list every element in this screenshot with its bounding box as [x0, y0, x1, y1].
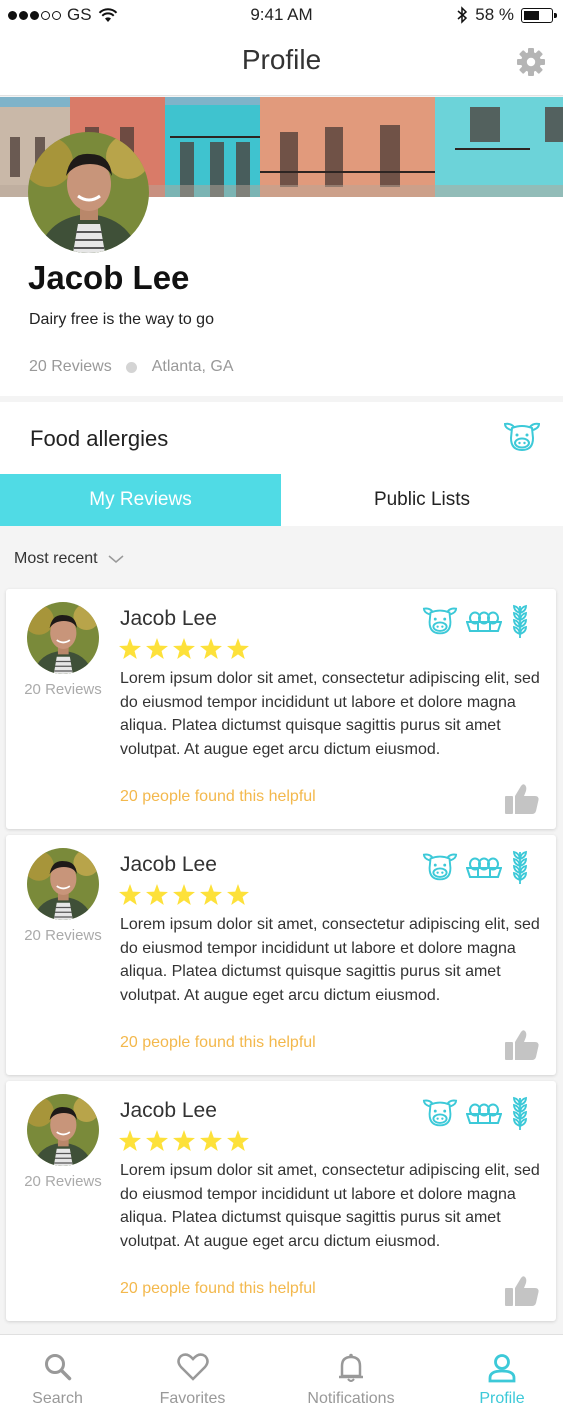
user-bio: Dairy free is the way to go — [29, 311, 214, 328]
star-icon — [119, 638, 141, 664]
cow-icon — [422, 606, 458, 641]
thumbs-up-icon — [504, 1276, 540, 1311]
reviewer-reviews-count: 20 Reviews — [24, 681, 102, 698]
thumbs-up-icon — [504, 1030, 540, 1065]
tab-bar-label: Profile — [479, 1390, 525, 1407]
sort-dropdown[interactable]: Most recent — [14, 550, 124, 568]
profile-screen: GS 9:41 AM 58 % Profile Jacob Lee Dairy … — [0, 0, 563, 1420]
bell-icon — [337, 1353, 365, 1388]
review-text: Lorem ipsum dolor sit amet, consectetur … — [120, 670, 540, 758]
battery-icon — [521, 7, 557, 23]
search-icon — [44, 1353, 72, 1386]
star-icon — [146, 884, 168, 910]
star-icon — [173, 884, 195, 910]
allergen-icons — [422, 849, 530, 890]
settings-button[interactable] — [515, 46, 547, 78]
tab-bar-search[interactable]: Search — [0, 1335, 115, 1420]
star-icon — [173, 1130, 195, 1156]
review-card[interactable]: 20 Reviews Jacob Lee Lorem ipsum dolor s… — [6, 1081, 556, 1321]
food-allergies-row[interactable]: Food allergies — [0, 402, 563, 474]
wheat-icon — [510, 603, 530, 644]
user-name: Jacob Lee — [28, 259, 190, 296]
heart-icon — [176, 1353, 209, 1386]
bottom-tab-bar: Search Favorites Notifications Profile — [0, 1334, 563, 1420]
tab-public-lists[interactable]: Public Lists — [281, 474, 563, 526]
profile-tabs: My Reviews Public Lists — [0, 474, 563, 526]
tab-bar-label: Search — [32, 1390, 83, 1407]
star-icon — [146, 638, 168, 664]
tab-bar-favorites[interactable]: Favorites — [135, 1335, 250, 1420]
reviews-count: 20 Reviews — [29, 358, 112, 375]
egg-carton-icon — [465, 609, 503, 638]
cow-icon — [503, 422, 541, 457]
rating-stars — [119, 884, 249, 910]
cow-icon — [422, 852, 458, 887]
reviewer-avatar[interactable] — [27, 848, 99, 920]
page-title: Profile — [241, 44, 322, 75]
star-icon — [119, 1130, 141, 1156]
helpful-count: 20 people found this helpful — [120, 788, 316, 805]
reviewer-name[interactable]: Jacob Lee — [120, 853, 217, 877]
cow-icon — [422, 1098, 458, 1133]
helpful-count: 20 people found this helpful — [120, 1280, 316, 1297]
star-icon — [227, 1130, 249, 1156]
thumbs-up-button[interactable] — [504, 1275, 540, 1312]
review-text: Lorem ipsum dolor sit amet, consectetur … — [120, 1162, 540, 1250]
star-icon — [200, 884, 222, 910]
star-icon — [227, 884, 249, 910]
tab-my-reviews[interactable]: My Reviews — [0, 474, 281, 526]
star-icon — [200, 1130, 222, 1156]
thumbs-up-button[interactable] — [504, 1029, 540, 1066]
star-icon — [119, 884, 141, 910]
reviewer-reviews-count: 20 Reviews — [24, 1173, 102, 1190]
separator-dot — [125, 361, 137, 373]
egg-carton-icon — [465, 1101, 503, 1130]
chevron-down-icon — [108, 555, 124, 563]
allergen-icons — [422, 603, 530, 644]
review-text: Lorem ipsum dolor sit amet, consectetur … — [120, 916, 540, 1004]
rating-stars — [119, 638, 249, 664]
person-icon — [487, 1353, 517, 1388]
tab-bar-label: Notifications — [307, 1390, 395, 1407]
user-location: Atlanta, GA — [151, 358, 234, 375]
reviewer-name[interactable]: Jacob Lee — [120, 1099, 217, 1123]
thumbs-up-icon — [504, 784, 540, 819]
wheat-icon — [510, 1095, 530, 1136]
food-allergies-title: Food allergies — [30, 426, 169, 451]
star-icon — [200, 638, 222, 664]
egg-carton-icon — [465, 855, 503, 884]
status-bar: GS 9:41 AM 58 % — [0, 0, 563, 30]
tab-bar-label: Favorites — [159, 1390, 226, 1407]
wheat-icon — [510, 849, 530, 890]
star-icon — [227, 638, 249, 664]
battery-percent: 58 % — [475, 5, 514, 24]
tab-bar-profile[interactable]: Profile — [446, 1335, 558, 1420]
thumbs-up-button[interactable] — [504, 783, 540, 820]
gear-icon — [517, 48, 545, 76]
nav-bar: Profile — [0, 30, 563, 96]
review-card[interactable]: 20 Reviews Jacob Lee Lorem ipsum dolor s… — [6, 589, 556, 829]
review-card[interactable]: 20 Reviews Jacob Lee Lorem ipsum dolor s… — [6, 835, 556, 1075]
profile-avatar[interactable] — [28, 132, 149, 253]
star-icon — [173, 638, 195, 664]
reviewer-name[interactable]: Jacob Lee — [120, 607, 217, 631]
reviewer-avatar[interactable] — [27, 602, 99, 674]
bluetooth-icon — [457, 6, 468, 24]
status-right: 58 % — [456, 5, 557, 25]
rating-stars — [119, 1130, 249, 1156]
sort-label: Most recent — [14, 550, 98, 567]
tab-bar-notifications[interactable]: Notifications — [288, 1335, 414, 1420]
allergen-icons — [422, 1095, 530, 1136]
star-icon — [146, 1130, 168, 1156]
reviewer-reviews-count: 20 Reviews — [24, 927, 102, 944]
reviewer-avatar[interactable] — [27, 1094, 99, 1166]
user-meta: 20 Reviews Atlanta, GA — [29, 358, 234, 376]
helpful-count: 20 people found this helpful — [120, 1034, 316, 1051]
